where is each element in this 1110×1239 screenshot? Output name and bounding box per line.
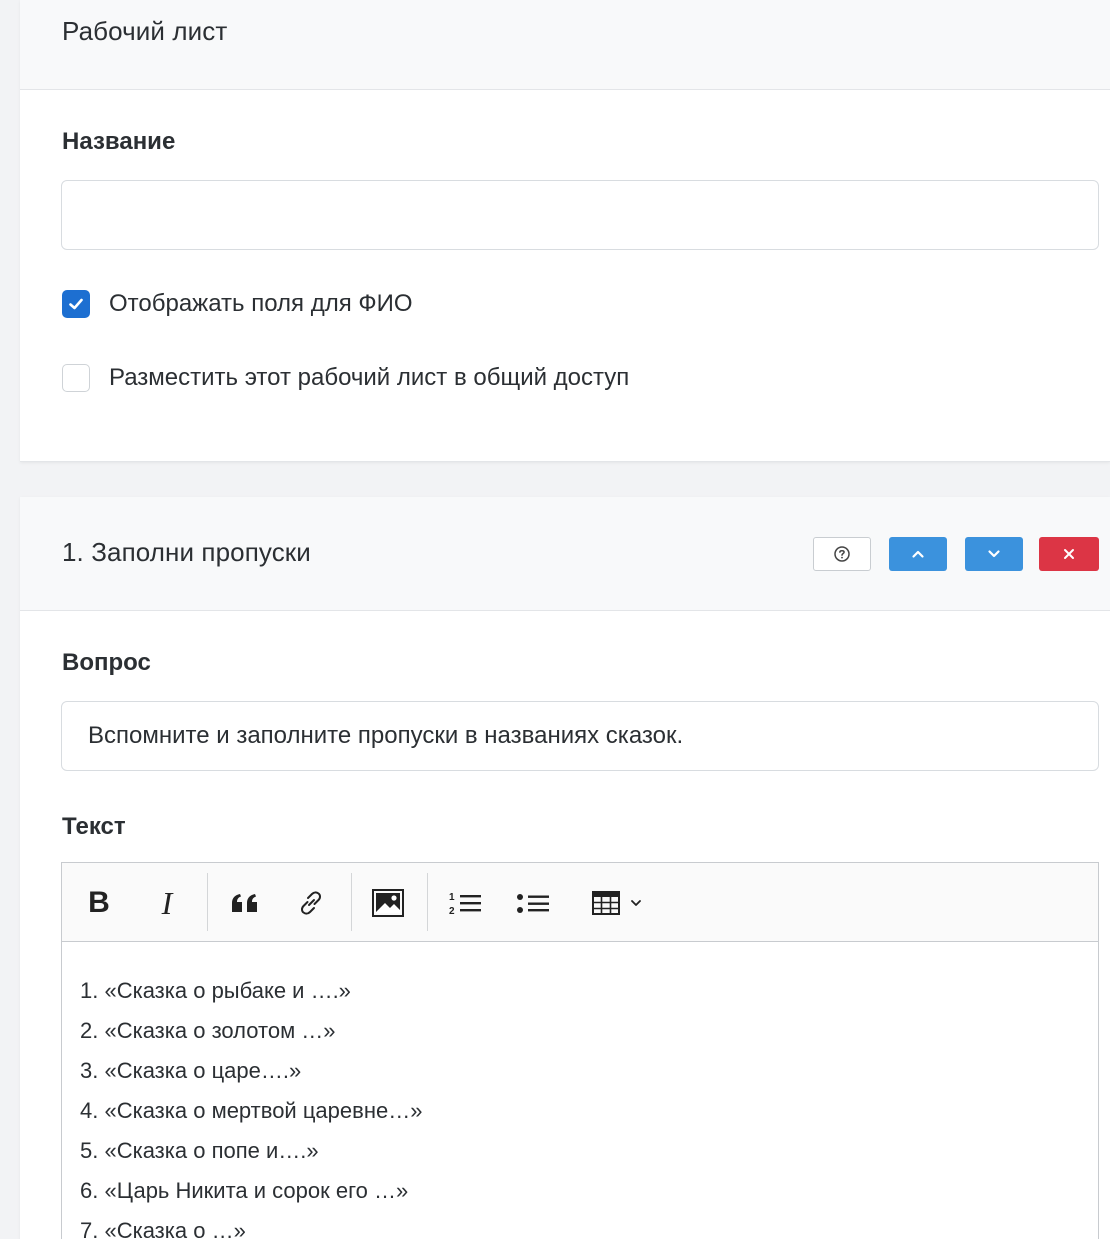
show-fio-row[interactable]: Отображать поля для ФИО (62, 288, 413, 320)
blockquote-button[interactable] (228, 883, 264, 923)
link-icon (301, 891, 321, 915)
chevron-up-icon (912, 550, 924, 558)
show-fio-checkbox[interactable] (62, 290, 90, 318)
question-input-value: Вспомните и заполните пропуски в названи… (88, 722, 684, 749)
list-item: 6. «Царь Никита и сорок его …» (80, 1178, 409, 1203)
task-card-header: 1. Заполни пропуски (20, 497, 1110, 611)
name-label: Название (62, 128, 176, 155)
bulleted-list-icon (517, 894, 549, 913)
list-item: 3. «Сказка о царе….» (80, 1058, 302, 1083)
image-icon (372, 889, 404, 917)
list-item: 4. «Сказка о мертвой царевне…» (80, 1098, 423, 1123)
chevron-down-icon (631, 900, 641, 906)
checkmark-icon (69, 298, 83, 310)
chevron-down-icon (988, 550, 1000, 558)
table-button[interactable] (582, 883, 652, 923)
name-input[interactable] (61, 180, 1099, 250)
worksheet-card-header: Рабочий лист (20, 0, 1110, 90)
worksheet-card: Рабочий лист Название Отображать поля дл… (20, 0, 1110, 462)
svg-text:1: 1 (449, 892, 455, 903)
list-item: 1. «Сказка о рыбаке и ….» (80, 978, 351, 1003)
toolbar-divider (351, 873, 352, 931)
toolbar-divider (427, 873, 428, 931)
quote-icon (232, 894, 257, 912)
image-button[interactable] (370, 883, 406, 923)
task-card: 1. Заполни пропуски Вопрос Вспомните и з… (20, 497, 1110, 1239)
move-up-button[interactable] (889, 537, 947, 571)
rich-text-editor[interactable]: B I 1 2 1. «Сказка о рыбаке и ….» 2. «Ск… (61, 862, 1099, 1239)
show-fio-label: Отображать поля для ФИО (109, 290, 413, 317)
bulleted-list-button[interactable] (514, 883, 552, 923)
table-icon (592, 891, 620, 915)
numbered-list-icon: 1 2 (449, 892, 481, 917)
question-label: Вопрос (62, 649, 151, 676)
editor-content[interactable]: 1. «Сказка о рыбаке и ….» 2. «Сказка о з… (80, 971, 422, 1239)
svg-text:2: 2 (449, 906, 455, 917)
help-button[interactable] (813, 537, 871, 571)
share-label: Разместить этот рабочий лист в общий дос… (109, 364, 630, 391)
question-input[interactable]: Вспомните и заполните пропуски в названи… (61, 701, 1099, 771)
share-row[interactable]: Разместить этот рабочий лист в общий дос… (62, 362, 629, 394)
share-checkbox[interactable] (62, 364, 90, 392)
close-icon (1064, 549, 1074, 559)
move-down-button[interactable] (965, 537, 1023, 571)
toolbar-divider (207, 873, 208, 931)
list-item: 7. «Сказка о …» (80, 1218, 246, 1239)
bold-button[interactable]: B (84, 883, 114, 923)
list-item: 5. «Сказка о попе и….» (80, 1138, 319, 1163)
question-circle-icon (834, 546, 850, 562)
page: Рабочий лист Название Отображать поля дл… (0, 0, 1110, 1239)
task-title: 1. Заполни пропуски (62, 537, 311, 567)
list-item: 2. «Сказка о золотом …» (80, 1018, 336, 1043)
text-label: Текст (62, 813, 126, 840)
numbered-list-button[interactable]: 1 2 (446, 883, 484, 923)
delete-button[interactable] (1039, 537, 1099, 571)
worksheet-title: Рабочий лист (62, 16, 228, 46)
italic-button[interactable]: I (152, 883, 182, 923)
link-button[interactable] (294, 883, 328, 923)
editor-toolbar: B I 1 2 (62, 863, 1098, 942)
